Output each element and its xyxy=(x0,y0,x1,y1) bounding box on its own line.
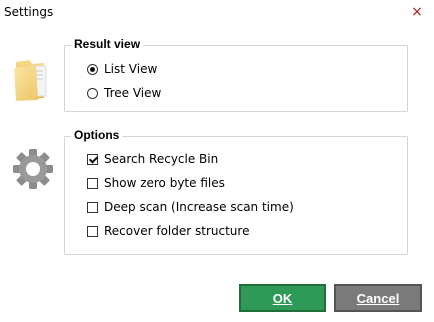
radio-button[interactable] xyxy=(87,87,98,99)
result-view-group: Result view xyxy=(64,37,408,112)
tree-view-radio[interactable]: Tree View xyxy=(87,86,161,100)
checkbox[interactable] xyxy=(87,225,98,237)
title-bar: Settings × xyxy=(0,0,434,26)
close-button[interactable]: × xyxy=(404,1,430,23)
cancel-button-label: Cancel xyxy=(356,290,400,306)
checkbox[interactable] xyxy=(87,153,98,165)
show-zero-byte-files-label: Show zero byte files xyxy=(104,176,225,190)
cancel-button[interactable]: Cancel xyxy=(334,284,422,312)
window-title: Settings xyxy=(4,5,54,19)
ok-button-label: OK xyxy=(272,290,293,306)
tree-view-label: Tree View xyxy=(104,86,162,100)
folder-icon xyxy=(14,60,47,101)
show-zero-byte-files-checkbox[interactable]: Show zero byte files xyxy=(87,176,225,190)
ok-button[interactable]: OK xyxy=(239,284,326,312)
list-view-label: List View xyxy=(104,62,158,76)
deep-scan-checkbox[interactable]: Deep scan (Increase scan time) xyxy=(87,200,294,214)
search-recycle-bin-checkbox[interactable]: Search Recycle Bin xyxy=(87,152,218,166)
checkbox[interactable] xyxy=(87,201,98,213)
search-recycle-bin-label: Search Recycle Bin xyxy=(104,152,219,166)
result-view-title: Result view xyxy=(71,37,144,51)
list-view-radio[interactable]: List View xyxy=(87,62,157,76)
close-icon: × xyxy=(411,4,423,20)
options-title: Options xyxy=(71,128,123,142)
radio-button[interactable] xyxy=(87,63,98,75)
deep-scan-label: Deep scan (Increase scan time) xyxy=(104,200,294,214)
gear-icon xyxy=(13,149,53,189)
recover-folder-structure-checkbox[interactable]: Recover folder structure xyxy=(87,224,249,238)
checkbox[interactable] xyxy=(87,177,98,189)
recover-folder-structure-label: Recover folder structure xyxy=(104,224,250,238)
